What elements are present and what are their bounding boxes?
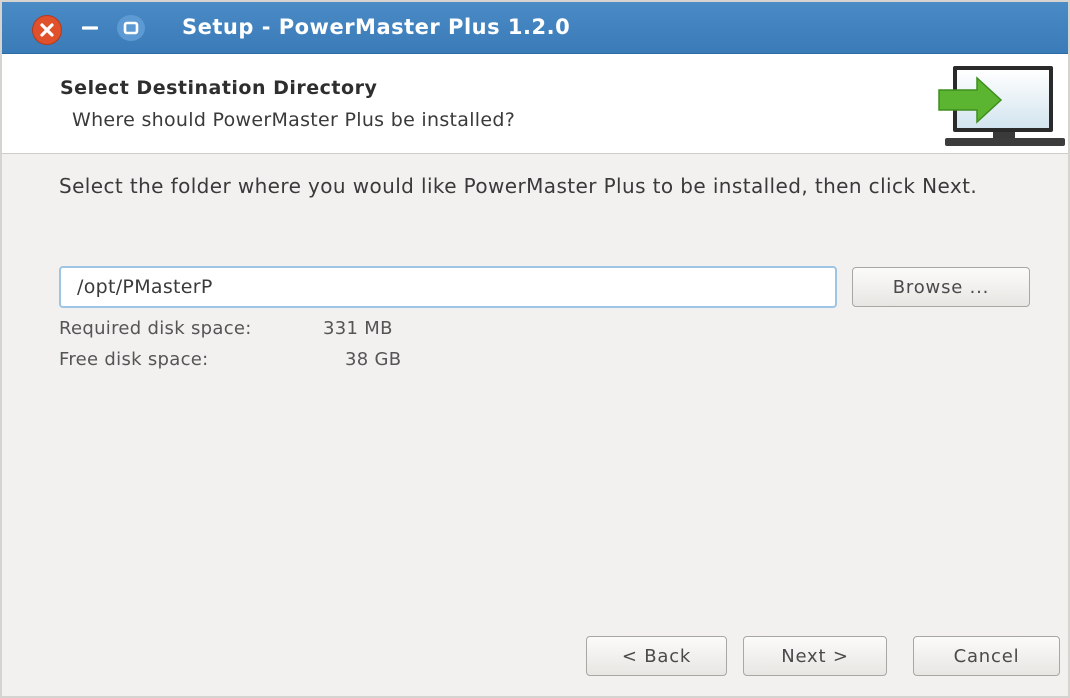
destination-path-input[interactable]: [59, 266, 837, 308]
close-icon[interactable]: [32, 15, 62, 45]
install-computer-icon: [938, 66, 1065, 146]
next-button[interactable]: Next >: [743, 636, 887, 676]
free-space-label: Free disk space:: [59, 349, 209, 370]
free-space-value: 38 GB: [345, 349, 402, 370]
title-bar[interactable]: Setup - PowerMaster Plus 1.2.0: [2, 2, 1068, 54]
page-title: Select Destination Directory: [60, 77, 378, 99]
required-space-value: 331 MB: [323, 318, 393, 339]
instruction-text: Select the folder where you would like P…: [59, 174, 978, 198]
browse-button[interactable]: Browse ...: [852, 267, 1030, 307]
window-title: Setup - PowerMaster Plus 1.2.0: [182, 15, 571, 39]
back-button[interactable]: < Back: [586, 636, 727, 676]
cancel-button[interactable]: Cancel: [913, 636, 1060, 676]
required-space-label: Required disk space:: [59, 318, 252, 339]
maximize-icon[interactable]: [117, 15, 145, 41]
setup-window: Setup - PowerMaster Plus 1.2.0 Select De…: [0, 0, 1070, 698]
header-panel: Select Destination Directory Where shoul…: [2, 54, 1068, 154]
page-subtitle: Where should PowerMaster Plus be install…: [72, 109, 516, 131]
